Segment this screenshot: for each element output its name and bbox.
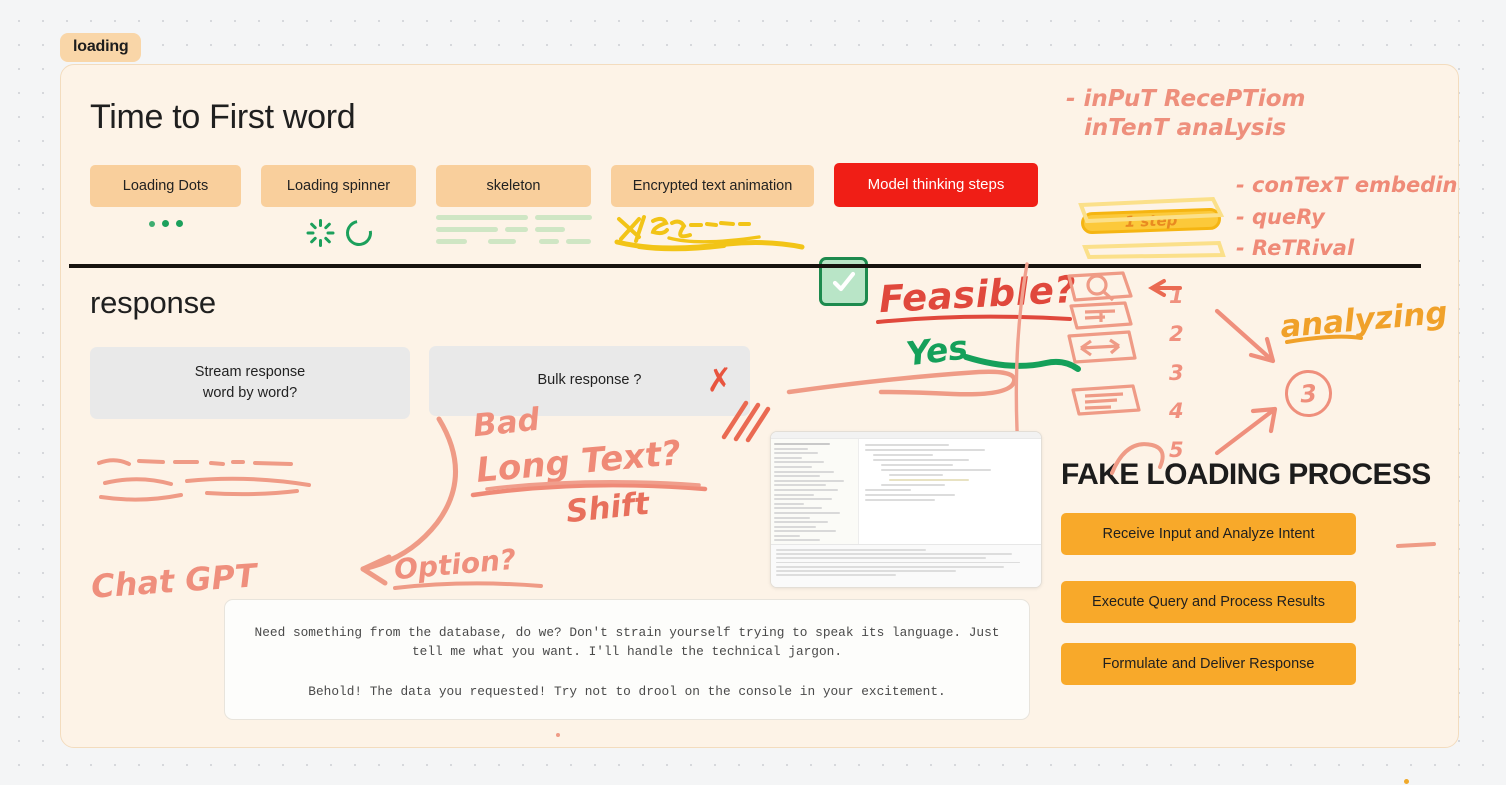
annotation-input-reception: - inPuT RecePTiom (1066, 86, 1306, 112)
annotation-retrival: - ReTRival (1236, 236, 1355, 260)
assistant-quote-box: Need something from the database, do we?… (224, 599, 1030, 720)
annotation-context-embeding: - conTexT embeding (1236, 173, 1459, 197)
quote-paragraph-1: Need something from the database, do we?… (254, 625, 1000, 659)
yes-underline-stroke (963, 354, 1081, 372)
step-number: 4 (1169, 399, 1184, 424)
annotation-long-text: Long Text? (474, 433, 683, 491)
step-button-formulate-response[interactable]: Formulate and Deliver Response (1061, 643, 1356, 685)
annotation-analyzing: analyzing (1278, 294, 1449, 346)
chip-model-thinking-steps[interactable]: Model thinking steps (834, 163, 1038, 207)
annotation-shift: Shift (564, 485, 651, 531)
annotation-step-numbers: 1 2 3 4 5 (1169, 277, 1184, 469)
whiteboard-canvas[interactable]: Time to First word Loading Dots Loading … (60, 64, 1459, 748)
chip-loading-dots[interactable]: Loading Dots (90, 165, 241, 207)
thumbnail-sidebar (771, 439, 859, 544)
thumbnail-terminal-panel (771, 544, 1041, 587)
frame-tag[interactable]: loading (60, 33, 142, 62)
page-title-time-to-first-word: Time to First word (90, 98, 356, 136)
card-stream-line2: word by word? (202, 385, 298, 401)
chip-encrypted-text-animation[interactable]: Encrypted text animation (611, 165, 814, 207)
thumbnail-body (771, 439, 1041, 544)
step-number: 3 (1169, 360, 1184, 385)
quote-paragraph-2: Behold! The data you requested! Try not … (308, 684, 946, 700)
dot-icon (175, 220, 183, 227)
encrypted-text-scribble (614, 215, 805, 252)
annotation-notes-top: - inPuT RecePTiom inTenT anaLysis (1066, 85, 1306, 144)
chip-skeleton[interactable]: skeleton (436, 165, 591, 207)
section-title-fake-loading-process: FAKE LOADING PROCESS (1061, 458, 1431, 491)
annotation-bad: Bad (471, 401, 542, 445)
code-editor-screenshot-thumbnail[interactable] (770, 431, 1042, 588)
cross-mark-annotation: ✗ (704, 360, 735, 400)
spinner-ring-icon (340, 214, 377, 252)
spinner-spokes-icon (306, 218, 336, 248)
stray-dot-corner (1404, 779, 1409, 784)
annotation-query: - queRy (1236, 204, 1325, 229)
scribble-lines-left (97, 458, 311, 502)
loading-spinner-demo (261, 213, 416, 253)
card-stream-response[interactable]: Stream response word by word? (90, 347, 410, 419)
small-dash-stroke (1396, 542, 1436, 548)
annotation-feasible: Feasible? (878, 267, 1078, 322)
section-title-response: response (90, 285, 216, 320)
dot-icon (161, 220, 169, 227)
stray-dot-bottom (556, 733, 560, 737)
step-button-receive-input[interactable]: Receive Input and Analyze Intent (1061, 513, 1356, 555)
annotation-notes-right: - conTexT embeding - queRy - ReTRival (1236, 170, 1459, 265)
skeleton-loader-demo (436, 215, 601, 251)
chip-loading-spinner[interactable]: Loading spinner (261, 165, 416, 207)
thumbnail-titlebar (771, 432, 1041, 439)
card-bulk-label: Bulk response ? (537, 372, 642, 389)
loading-dots-demo (90, 220, 241, 227)
card-bulk-response[interactable]: Bulk response ? (429, 346, 750, 416)
annotation-circled-step-3: 3 (1283, 368, 1334, 419)
annotation-yes: Yes (903, 327, 970, 374)
step-number: 2 (1169, 322, 1184, 347)
card-stream-line1: Stream response (194, 363, 306, 380)
annotation-intent-analysis: inTenT anaLysis (1084, 115, 1287, 142)
step-number: 1 (1169, 284, 1184, 308)
thumbnail-code-panel (859, 439, 1041, 544)
dot-icon (148, 220, 155, 227)
section-divider (69, 264, 1421, 268)
annotation-step-badge: 1 step (1080, 207, 1222, 235)
annotation-option: Option? (392, 542, 518, 587)
step-button-execute-query[interactable]: Execute Query and Process Results (1061, 581, 1356, 623)
check-icon (832, 271, 855, 291)
